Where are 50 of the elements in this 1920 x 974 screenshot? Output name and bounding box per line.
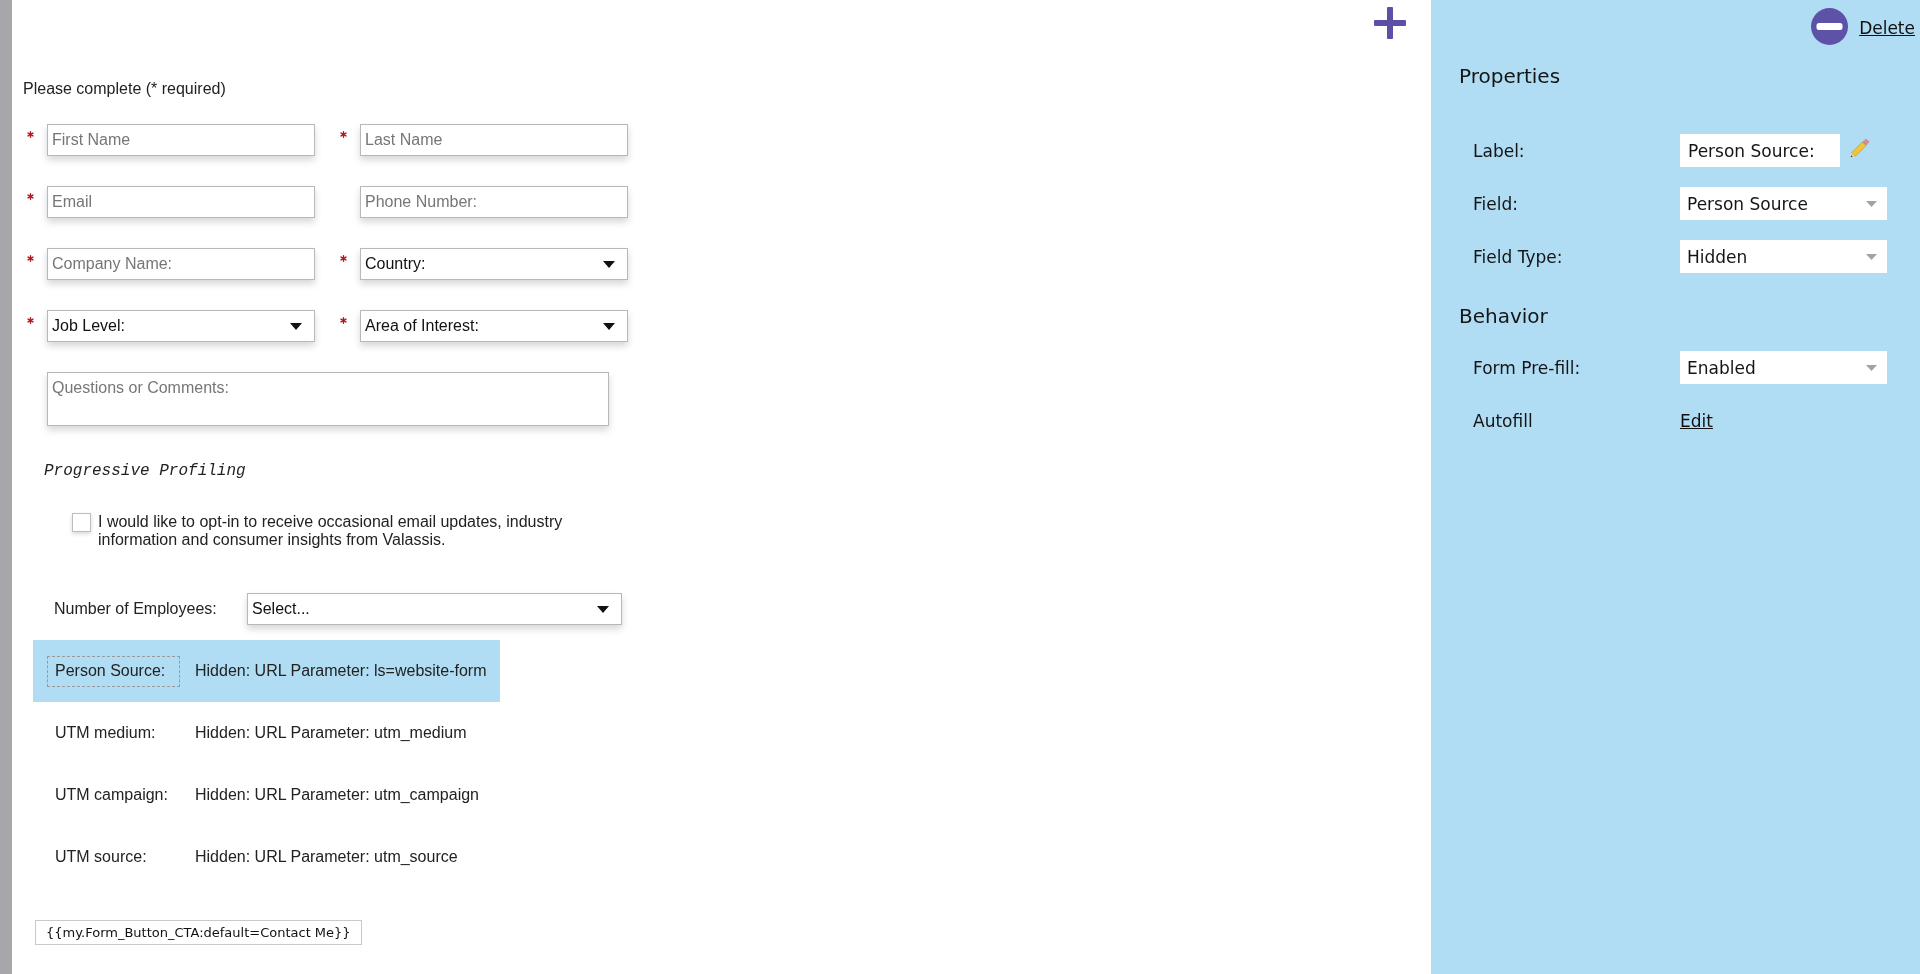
plus-icon[interactable] [1374, 7, 1406, 39]
section-heading: Behavior [1459, 304, 1548, 328]
checkbox[interactable] [72, 513, 91, 532]
text-field[interactable]: Company Name: [47, 248, 315, 280]
caret-icon [290, 322, 302, 330]
caret-icon [603, 260, 615, 268]
property-label: Label: [1473, 140, 1526, 161]
edit-link[interactable]: Edit [1680, 410, 1713, 431]
delete-link[interactable]: Delete [1859, 18, 1915, 38]
form-instructions: Please complete (* required) [23, 80, 226, 98]
comments-field[interactable]: Questions or Comments: [47, 372, 609, 426]
dropdown[interactable]: Enabled [1680, 351, 1887, 384]
hidden-field-row[interactable]: UTM medium: Hidden: URL Parameter: utm_medium [33, 702, 500, 764]
text-field[interactable]: Person Source: [1680, 134, 1840, 167]
field-label: UTM source: [54, 847, 148, 867]
property-label: Autofill [1473, 410, 1534, 431]
section-title: Progressive Profiling [44, 462, 246, 480]
field-label: Person Source: [47, 655, 180, 687]
dropdown[interactable]: Job Level: [47, 310, 315, 342]
field-value: Hidden: URL Parameter: utm_campaign [195, 786, 479, 804]
field-value: Hidden: URL Parameter: ls=website-form [195, 662, 487, 680]
text-field[interactable]: Email [47, 186, 315, 218]
field-value: Hidden: URL Parameter: utm_source [195, 848, 458, 866]
caret-icon [1866, 364, 1877, 371]
dropdown[interactable]: Select... [247, 593, 622, 625]
text-field[interactable]: Last Name [360, 124, 628, 156]
opt-in-text: I would like to opt-in to receive occasional email updates, industry information and consumer insights from Valassis. [98, 513, 564, 549]
caret-icon [597, 605, 609, 613]
text-field[interactable]: Phone Number: [360, 186, 628, 218]
property-label: Form Pre-fill: [1473, 357, 1582, 378]
hidden-field-row[interactable]: Person Source: Hidden: URL Parameter: ls=website-form [33, 640, 500, 702]
caret-icon [603, 322, 615, 330]
field-value: Hidden: URL Parameter: utm_medium [195, 724, 467, 742]
property-label: Field: [1473, 193, 1519, 214]
dropdown[interactable]: Area of Interest: [360, 310, 628, 342]
dropdown[interactable]: Person Source [1680, 187, 1887, 220]
field-label: Number of Employees: [54, 600, 218, 618]
field-label: UTM medium: [54, 723, 157, 743]
section-heading: Properties [1459, 64, 1561, 88]
dropdown[interactable]: Country: [360, 248, 628, 280]
minus-circle-icon[interactable] [1811, 8, 1849, 45]
caret-icon [1866, 253, 1877, 260]
submit-button[interactable]: {{my.Form_Button_CTA:default=Contact Me}} [35, 920, 362, 945]
hidden-field-row[interactable]: UTM campaign: Hidden: URL Parameter: utm_campaign [33, 764, 500, 826]
caret-icon [1866, 200, 1877, 207]
field-label: UTM campaign: [54, 785, 169, 805]
hidden-field-row[interactable]: UTM source: Hidden: URL Parameter: utm_source [33, 826, 500, 888]
dropdown[interactable]: Hidden [1680, 240, 1887, 273]
property-label: Field Type: [1473, 246, 1564, 267]
text-field[interactable]: First Name [47, 124, 315, 156]
